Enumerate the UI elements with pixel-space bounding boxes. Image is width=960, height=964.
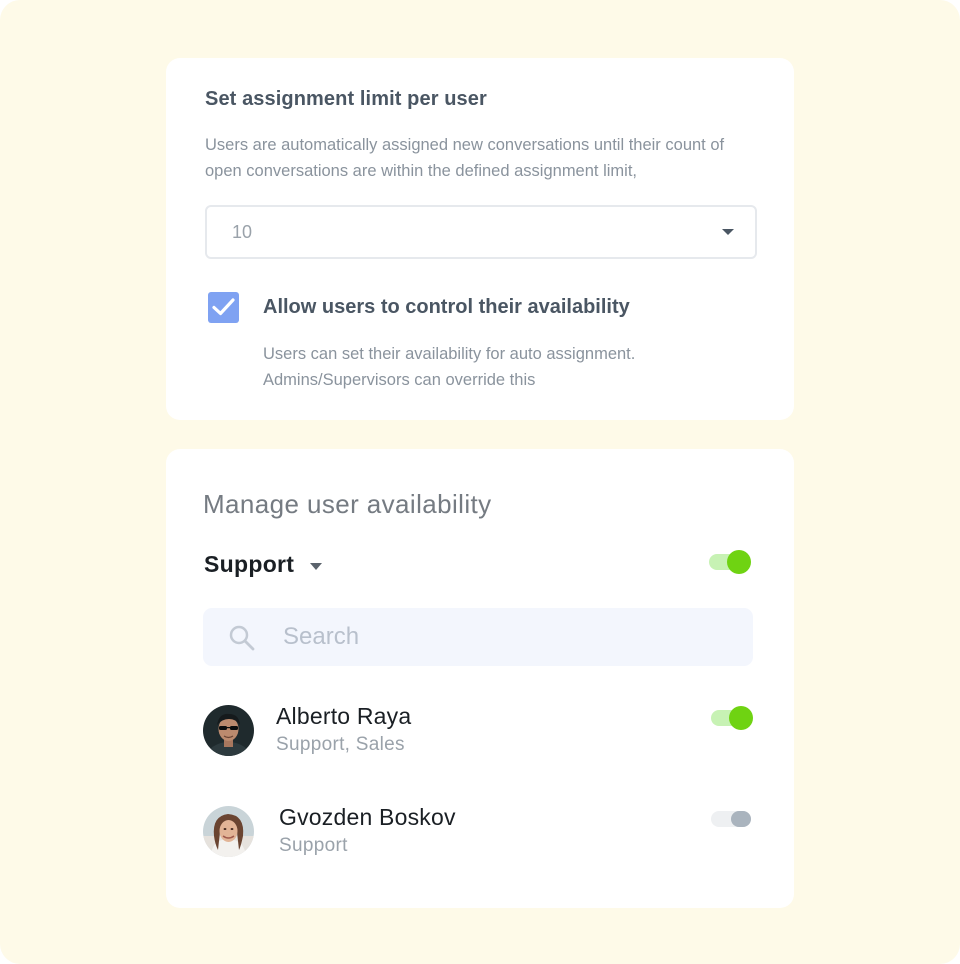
- assignment-limit-value: 10: [232, 222, 253, 242]
- team-availability-toggle[interactable]: [709, 549, 751, 575]
- caret-down-icon: [722, 229, 734, 235]
- user-availability-toggle[interactable]: [711, 806, 753, 832]
- assignment-limit-select[interactable]: 10: [205, 205, 757, 259]
- search-input[interactable]: [283, 618, 723, 656]
- check-icon: [212, 298, 235, 316]
- user-row: Alberto Raya Support, Sales: [203, 703, 755, 759]
- toggle-knob: [729, 706, 753, 730]
- user-name: Alberto Raya: [276, 703, 412, 729]
- assignment-limit-description: Users are automatically assigned new con…: [205, 136, 725, 180]
- availability-control-checkbox[interactable]: [208, 292, 239, 323]
- user-search: [203, 608, 753, 666]
- avatar: [203, 806, 254, 857]
- availability-control-label[interactable]: Allow users to control their availabilit…: [263, 296, 630, 319]
- toggle-knob: [727, 550, 751, 574]
- manage-availability-title: Manage user availability: [203, 489, 492, 519]
- assignment-limit-card: Set assignment limit per user Users are …: [166, 58, 794, 420]
- toggle-knob: [731, 811, 751, 827]
- team-dropdown[interactable]: Support: [204, 549, 323, 579]
- assignment-limit-title: Set assignment limit per user: [205, 88, 487, 110]
- search-icon: [229, 625, 255, 651]
- avatar: [203, 705, 254, 756]
- user-row: Gvozden Boskov Support: [203, 804, 755, 860]
- manage-availability-card: Manage user availability Support Search …: [166, 449, 794, 908]
- availability-control-help: Users can set their availability for aut…: [263, 345, 636, 389]
- user-availability-toggle[interactable]: [711, 705, 753, 731]
- team-dropdown-label: Support: [204, 550, 295, 577]
- user-teams: Support, Sales: [276, 734, 405, 755]
- user-teams: Support: [279, 835, 348, 856]
- user-name: Gvozden Boskov: [279, 804, 456, 830]
- caret-down-icon: [310, 562, 323, 570]
